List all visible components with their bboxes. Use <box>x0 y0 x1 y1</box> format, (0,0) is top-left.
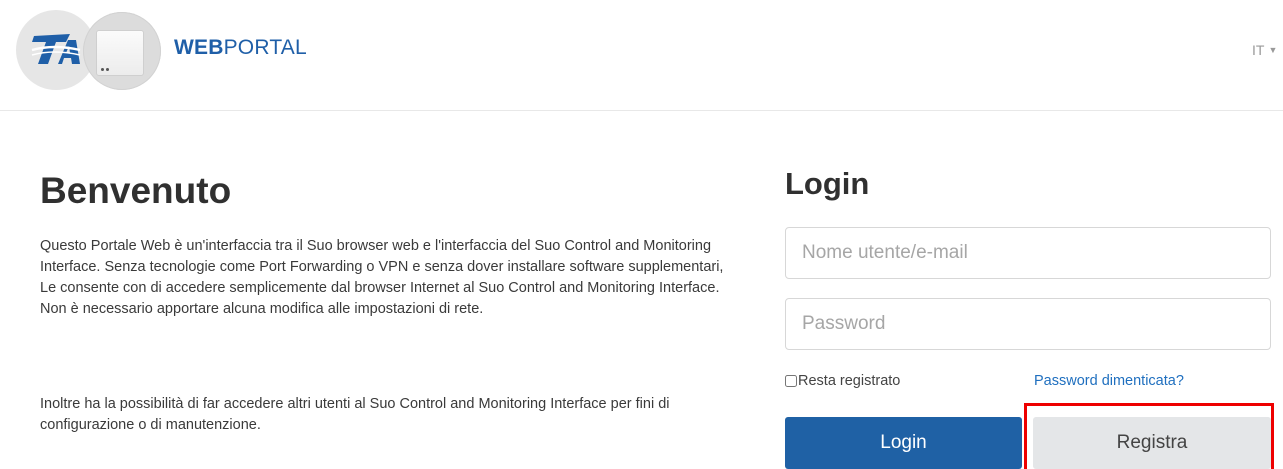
language-label: IT <box>1252 42 1265 58</box>
forgot-password-link[interactable]: Password dimenticata? <box>1034 373 1184 389</box>
language-selector[interactable]: IT ▼ <box>1252 42 1277 58</box>
username-input[interactable] <box>785 227 1271 279</box>
remember-checkbox[interactable] <box>785 375 797 387</box>
welcome-paragraph-2: Inoltre ha la possibilità di far acceder… <box>40 396 670 433</box>
device-box <box>96 30 144 76</box>
login-title: Login <box>785 166 870 201</box>
remember-me[interactable]: Resta registrato <box>785 373 900 389</box>
brand-bold: WEB <box>174 36 224 59</box>
brand-title[interactable]: WEBPORTAL <box>174 36 307 60</box>
top-header: WEBPORTAL IT ▼ <box>0 0 1283 111</box>
ta-logo-icon <box>31 34 81 64</box>
password-input[interactable] <box>785 298 1271 350</box>
welcome-paragraph-1: Questo Portale Web è un'interfaccia tra … <box>40 238 724 317</box>
login-button[interactable]: Login <box>785 417 1022 469</box>
chevron-down-icon: ▼ <box>1268 45 1278 55</box>
device-led <box>106 68 109 71</box>
remember-label: Resta registrato <box>798 373 901 389</box>
brand-light: PORTAL <box>223 36 307 59</box>
welcome-title: Benvenuto <box>40 170 232 211</box>
device-image <box>83 12 161 90</box>
register-button[interactable]: Registra <box>1033 417 1271 469</box>
device-led <box>101 68 104 71</box>
